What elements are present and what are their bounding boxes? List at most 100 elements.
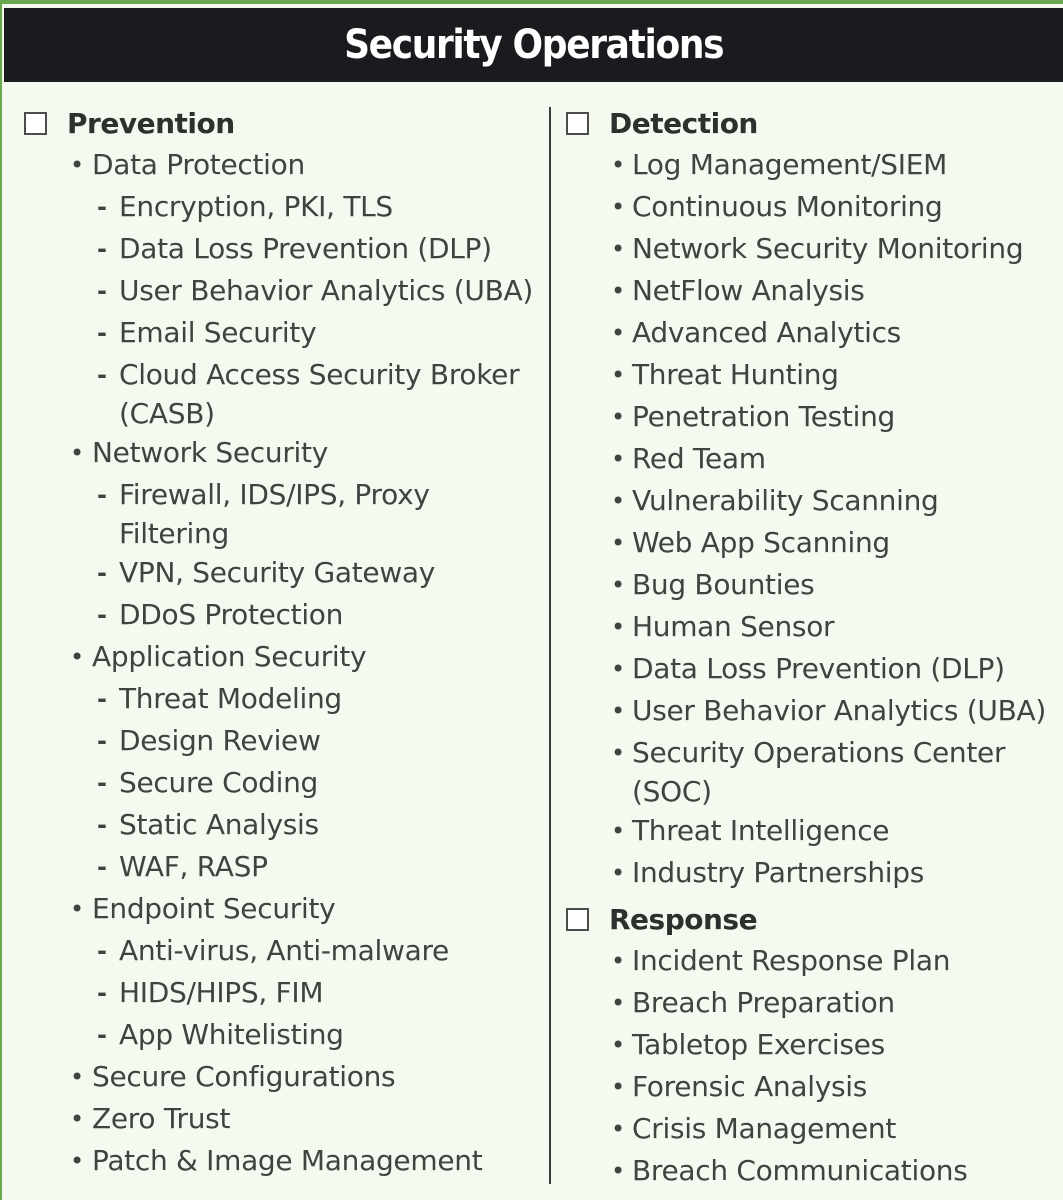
item-text: Breach Communications — [632, 1154, 968, 1187]
prevention-heading: Prevention — [67, 106, 235, 140]
item-text: User Behavior Analytics (UBA) — [632, 694, 1047, 727]
sub-list-item: - Static Analysis — [24, 804, 533, 846]
sub-list-item: - Firewall, IDS/IPS, Proxy Filtering — [24, 474, 533, 552]
list-item: • Network Security Monitoring — [566, 228, 1046, 270]
sub-list-item: - HIDS/HIPS, FIM — [24, 972, 533, 1014]
item-text: HIDS/HIPS, FIM — [119, 976, 324, 1009]
bullet-icon: • — [611, 151, 625, 179]
column-divider — [549, 107, 551, 1184]
bullet-icon: • — [611, 1031, 625, 1059]
item-text: Breach Preparation — [632, 986, 895, 1019]
bullet-icon: • — [70, 151, 84, 179]
item-text: Patch & Image Management — [92, 1144, 483, 1177]
item-text: Web App Scanning — [632, 526, 890, 559]
item-text: Bug Bounties — [632, 568, 815, 601]
bullet-icon: • — [611, 613, 625, 641]
list-item: • Data Loss Prevention (DLP) — [566, 648, 1046, 690]
item-text: WAF, RASP — [119, 850, 268, 883]
prevention-list: • Data Protection - Encryption, PKI, TLS - Da… — [24, 144, 533, 1182]
prevention-checkbox[interactable] — [24, 111, 47, 135]
sub-list-item: - Cloud Access Security Broker (CASB) — [24, 354, 533, 432]
list-item: • Data Protection — [24, 144, 533, 186]
item-text: App Whitelisting — [119, 1018, 344, 1051]
dash-icon: - — [97, 769, 107, 797]
sub-list-item: - Threat Modeling — [24, 678, 533, 720]
list-item: • Penetration Testing — [566, 396, 1046, 438]
sub-list-item: - DDoS Protection — [24, 594, 533, 636]
bullet-icon: • — [611, 319, 625, 347]
dash-icon: - — [97, 937, 107, 965]
sub-list-item: - Email Security — [24, 312, 533, 354]
item-text: Design Review — [119, 724, 321, 757]
list-item: • Secure Configurations — [24, 1056, 533, 1098]
detection-checkbox[interactable] — [566, 111, 589, 135]
item-text: Threat Hunting — [632, 358, 839, 391]
bullet-icon: • — [70, 895, 84, 923]
item-text: Continuous Monitoring — [632, 190, 943, 223]
list-item: • Patch & Image Management — [24, 1140, 533, 1182]
dash-icon: - — [97, 235, 107, 263]
item-text: Red Team — [632, 442, 766, 475]
list-item: • Tabletop Exercises — [566, 1024, 1046, 1066]
list-item: • Forensic Analysis — [566, 1066, 1046, 1108]
list-item: • Bug Bounties — [566, 564, 1046, 606]
dash-icon: - — [97, 193, 107, 221]
detection-section-header: Detection — [566, 102, 1046, 144]
item-text: User Behavior Analytics (UBA) — [119, 274, 534, 307]
list-item: • Threat Intelligence — [566, 810, 1046, 852]
item-text: Email Security — [119, 316, 317, 349]
dash-icon: - — [97, 601, 107, 629]
sub-list-item: - Encryption, PKI, TLS — [24, 186, 533, 228]
item-text: Application Security — [92, 640, 367, 673]
sub-list-item: - Anti-virus, Anti-malware — [24, 930, 533, 972]
title-bar: Security Operations — [4, 8, 1063, 82]
response-list: • Incident Response Plan • Breach Preparati… — [566, 940, 1046, 1192]
prevention-section-header: Prevention — [24, 102, 533, 144]
bullet-icon: • — [611, 697, 625, 725]
item-text: Log Management/SIEM — [632, 148, 947, 181]
bullet-icon: • — [611, 1073, 625, 1101]
dash-icon: - — [97, 685, 107, 713]
dash-icon: - — [97, 481, 107, 509]
dash-icon: - — [97, 1021, 107, 1049]
item-text: Forensic Analysis — [632, 1070, 868, 1103]
item-text: Endpoint Security — [92, 892, 336, 925]
list-item: • Network Security — [24, 432, 533, 474]
item-text: Crisis Management — [632, 1112, 897, 1145]
bullet-icon: • — [611, 403, 625, 431]
item-text: NetFlow Analysis — [632, 274, 865, 307]
item-text: Data Protection — [92, 148, 305, 181]
list-item: • Log Management/SIEM — [566, 144, 1046, 186]
response-section-header: Response — [566, 898, 1046, 940]
list-item: • Vulnerability Scanning — [566, 480, 1046, 522]
item-text: Incident Response Plan — [632, 944, 951, 977]
item-text: Penetration Testing — [632, 400, 896, 433]
item-text: Network Security Monitoring — [632, 232, 1024, 265]
list-item: • Web App Scanning — [566, 522, 1046, 564]
item-text: VPN, Security Gateway — [119, 556, 436, 589]
sub-list-item: - User Behavior Analytics (UBA) — [24, 270, 533, 312]
detection-heading: Detection — [609, 106, 758, 140]
item-text: Vulnerability Scanning — [632, 484, 939, 517]
dash-icon: - — [97, 277, 107, 305]
dash-icon: - — [97, 559, 107, 587]
response-heading: Response — [609, 902, 758, 936]
dash-icon: - — [97, 319, 107, 347]
list-item: • Red Team — [566, 438, 1046, 480]
bullet-icon: • — [611, 193, 625, 221]
dash-icon: - — [97, 727, 107, 755]
list-item: • Application Security — [24, 636, 533, 678]
bullet-icon: • — [611, 571, 625, 599]
bullet-icon: • — [611, 487, 625, 515]
prevention-column: Prevention • Data Protection - Encryption, … — [24, 102, 533, 1182]
bullet-icon: • — [611, 739, 625, 767]
sub-list-item: - Design Review — [24, 720, 533, 762]
bullet-icon: • — [611, 235, 625, 263]
dash-icon: - — [97, 853, 107, 881]
item-text: Advanced Analytics — [632, 316, 901, 349]
bullet-icon: • — [611, 1115, 625, 1143]
bullet-icon: • — [611, 529, 625, 557]
list-item: • Industry Partnerships — [566, 852, 1046, 894]
bullet-icon: • — [70, 1105, 84, 1133]
response-checkbox[interactable] — [566, 907, 589, 931]
